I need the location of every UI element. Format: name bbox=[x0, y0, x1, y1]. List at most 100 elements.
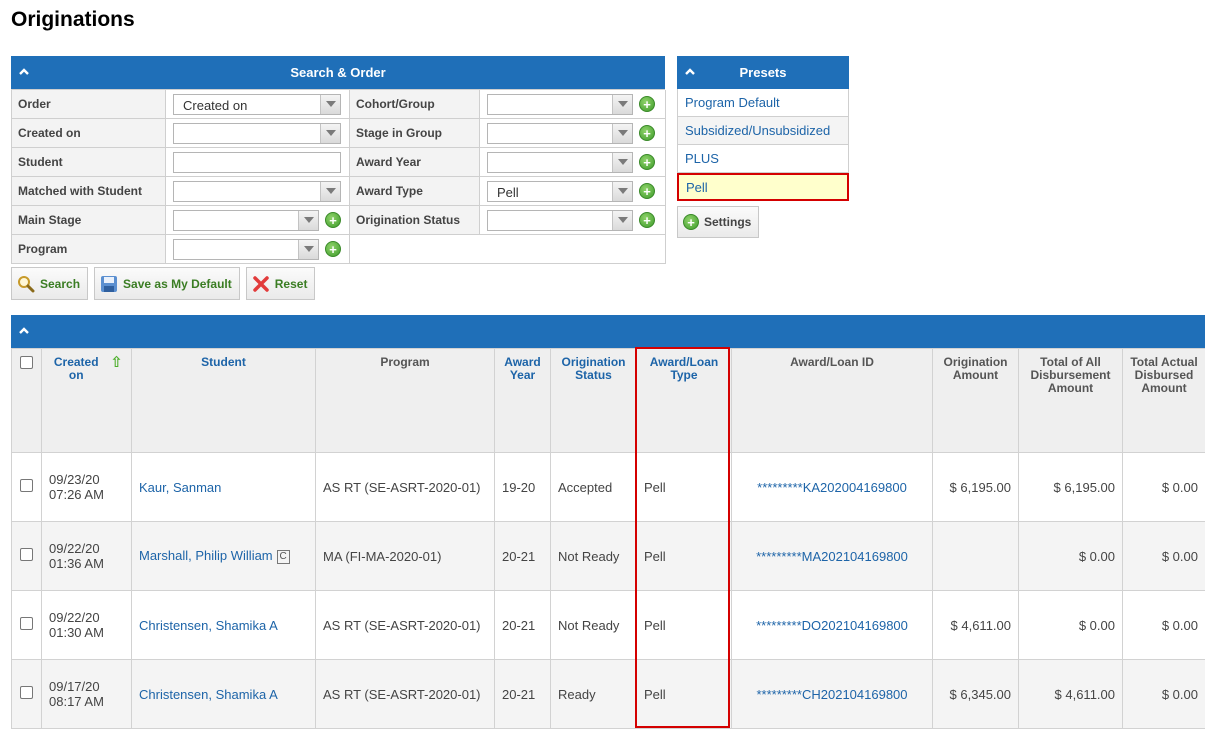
order-select[interactable]: Created on bbox=[173, 93, 341, 115]
presets-title: Presets bbox=[739, 65, 787, 80]
col-student[interactable]: Student bbox=[131, 348, 316, 453]
student-label: Student bbox=[12, 148, 166, 177]
program-select[interactable] bbox=[173, 238, 319, 260]
cohort-group-select[interactable] bbox=[487, 93, 633, 115]
cohort-group-label: Cohort/Group bbox=[350, 90, 480, 119]
chevron-down-icon bbox=[320, 181, 340, 201]
award-id-link[interactable]: *********DO202104169800 bbox=[756, 618, 908, 633]
add-icon[interactable]: + bbox=[639, 125, 655, 141]
student-link[interactable]: Marshall, Philip William bbox=[139, 548, 273, 563]
row-type: Pell bbox=[636, 590, 732, 660]
save-default-button-label: Save as My Default bbox=[123, 276, 232, 291]
created-on-select[interactable] bbox=[173, 122, 341, 144]
search-button-label: Search bbox=[40, 276, 81, 291]
search-order-header[interactable]: Search & Order bbox=[11, 56, 665, 89]
col-created-on[interactable]: Created on ⇧ bbox=[41, 348, 132, 453]
award-type-select[interactable]: Pell bbox=[487, 180, 633, 202]
table-row: 09/17/20 08:17 AM Christensen, Shamika A … bbox=[11, 659, 1205, 729]
add-icon[interactable]: + bbox=[639, 212, 655, 228]
row-date: 09/22/20 bbox=[49, 610, 100, 625]
row-program: AS RT (SE-ASRT-2020-01) bbox=[315, 452, 495, 522]
row-time: 07:26 AM bbox=[49, 487, 104, 502]
stage-in-group-select[interactable] bbox=[487, 122, 633, 144]
matched-with-student-label: Matched with Student bbox=[12, 177, 166, 206]
row-type: Pell bbox=[636, 521, 732, 591]
student-input[interactable] bbox=[173, 151, 341, 173]
search-button[interactable]: Search bbox=[11, 267, 89, 300]
row-checkbox[interactable] bbox=[20, 617, 33, 630]
presets-header[interactable]: Presets bbox=[677, 56, 849, 89]
settings-button[interactable]: + Settings bbox=[677, 206, 760, 238]
preset-program-default[interactable]: Program Default bbox=[677, 89, 849, 117]
preset-plus[interactable]: PLUS bbox=[677, 145, 849, 173]
row-award-year: 20-21 bbox=[494, 659, 551, 729]
col-award-loan-type[interactable]: Award/Loan Type bbox=[636, 348, 732, 453]
main-stage-select[interactable] bbox=[173, 209, 319, 231]
row-total-actual: $ 0.00 bbox=[1122, 659, 1205, 729]
preset-pell[interactable]: Pell bbox=[677, 173, 849, 201]
award-id-link[interactable]: *********CH202104169800 bbox=[756, 687, 907, 702]
col-total-all-disbursement: Total of All Disbursement Amount bbox=[1018, 348, 1123, 453]
row-status: Accepted bbox=[550, 452, 637, 522]
results-header[interactable] bbox=[11, 315, 1205, 348]
row-award-year: 19-20 bbox=[494, 452, 551, 522]
settings-button-label: Settings bbox=[704, 215, 752, 229]
reset-button[interactable]: Reset bbox=[245, 267, 316, 300]
col-origination-amount: Origination Amount bbox=[932, 348, 1019, 453]
origination-status-select[interactable] bbox=[487, 209, 633, 231]
col-award-loan-id: Award/Loan ID bbox=[731, 348, 933, 453]
row-award-year: 20-21 bbox=[494, 590, 551, 660]
search-actions: Search Save as My Default Reset bbox=[11, 267, 316, 300]
student-link[interactable]: Christensen, Shamika A bbox=[139, 618, 278, 633]
add-icon[interactable]: + bbox=[325, 212, 341, 228]
add-icon[interactable]: + bbox=[639, 96, 655, 112]
chevron-down-icon bbox=[298, 210, 318, 230]
table-row: 09/23/20 07:26 AM Kaur, Sanman AS RT (SE-… bbox=[11, 452, 1205, 522]
award-id-link[interactable]: *********MA202104169800 bbox=[756, 549, 908, 564]
add-icon[interactable]: + bbox=[639, 183, 655, 199]
row-type: Pell bbox=[636, 452, 732, 522]
select-all-header bbox=[11, 348, 42, 453]
row-orig-amount bbox=[932, 521, 1019, 591]
row-program: AS RT (SE-ASRT-2020-01) bbox=[315, 659, 495, 729]
search-order-title: Search & Order bbox=[290, 65, 386, 80]
table-row: 09/22/20 01:30 AM Christensen, Shamika A … bbox=[11, 590, 1205, 660]
award-year-select[interactable] bbox=[487, 151, 633, 173]
row-total-all: $ 0.00 bbox=[1018, 590, 1123, 660]
chevron-down-icon bbox=[612, 123, 632, 143]
chevron-down-icon bbox=[320, 94, 340, 114]
created-on-label: Created on bbox=[12, 119, 166, 148]
chevron-down-icon bbox=[298, 239, 318, 259]
presets-panel: Presets Program Default Subsidized/Unsub… bbox=[677, 56, 849, 201]
col-origination-status[interactable]: Origination Status bbox=[550, 348, 637, 453]
row-checkbox[interactable] bbox=[20, 479, 33, 492]
origination-status-label: Origination Status bbox=[350, 206, 480, 235]
row-checkbox[interactable] bbox=[20, 686, 33, 699]
contact-badge-icon: C bbox=[276, 549, 290, 564]
matched-with-student-select[interactable] bbox=[173, 180, 341, 202]
add-icon: + bbox=[683, 214, 699, 230]
collapse-up-icon[interactable] bbox=[685, 67, 695, 77]
student-link[interactable]: Kaur, Sanman bbox=[139, 480, 221, 495]
close-x-icon bbox=[253, 275, 269, 292]
reset-button-label: Reset bbox=[274, 276, 308, 291]
add-icon[interactable]: + bbox=[325, 241, 341, 257]
preset-subsidized-unsubsidized[interactable]: Subsidized/Unsubsidized bbox=[677, 117, 849, 145]
row-total-actual: $ 0.00 bbox=[1122, 452, 1205, 522]
empty-cell bbox=[350, 235, 666, 264]
row-status: Not Ready bbox=[550, 590, 637, 660]
collapse-up-icon[interactable] bbox=[19, 67, 29, 77]
results-panel: Created on ⇧ Student Program Award Year O… bbox=[11, 315, 1205, 729]
row-type: Pell bbox=[636, 659, 732, 729]
student-link[interactable]: Christensen, Shamika A bbox=[139, 687, 278, 702]
award-type-label: Award Type bbox=[350, 177, 480, 206]
add-icon[interactable]: + bbox=[639, 154, 655, 170]
row-checkbox[interactable] bbox=[20, 548, 33, 561]
save-default-button[interactable]: Save as My Default bbox=[94, 267, 240, 300]
col-award-year[interactable]: Award Year bbox=[494, 348, 551, 453]
row-total-all: $ 6,195.00 bbox=[1018, 452, 1123, 522]
col-created-on-label: Created on bbox=[53, 355, 99, 382]
collapse-up-icon[interactable] bbox=[19, 326, 29, 336]
select-all-checkbox[interactable] bbox=[20, 356, 33, 369]
award-id-link[interactable]: *********KA202004169800 bbox=[757, 480, 907, 495]
